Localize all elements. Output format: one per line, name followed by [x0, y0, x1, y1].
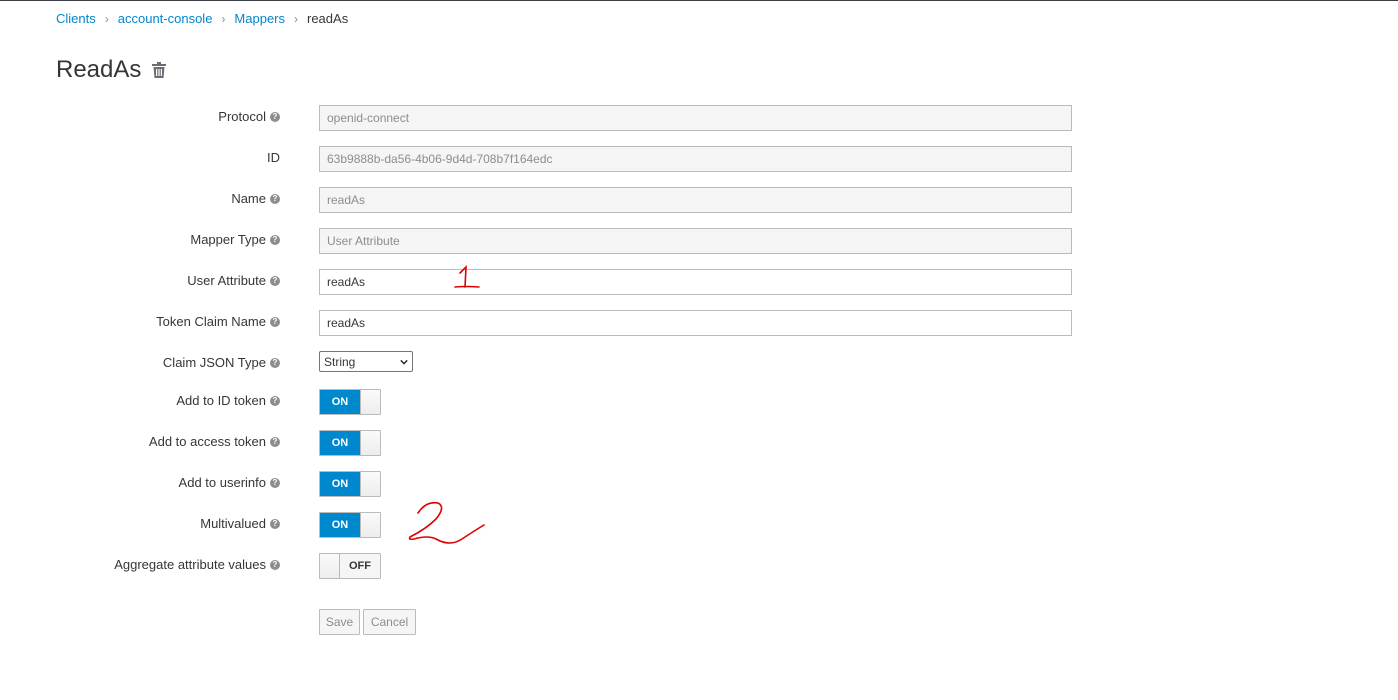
claim-json-type-value: String [324, 354, 356, 369]
trash-icon[interactable] [152, 62, 167, 78]
page-header: ReadAs [56, 56, 167, 84]
add-to-userinfo-toggle[interactable]: ON [319, 471, 381, 497]
name-label-group: Name ? [231, 191, 280, 206]
help-icon[interactable]: ? [270, 357, 280, 368]
aggregate-attribute-values-label-group: Aggregate attribute values ? [114, 557, 280, 572]
claim-json-type-select[interactable]: String [319, 351, 413, 372]
add-to-id-token-label: Add to ID token [176, 393, 266, 408]
form-row-aggregate-attribute-values: Aggregate attribute values ? OFF [0, 553, 1398, 579]
add-to-access-token-label: Add to access token [148, 434, 266, 449]
breadcrumb-separator: › [104, 11, 109, 26]
id-field[interactable] [319, 146, 1072, 172]
toggle-knob [360, 472, 380, 496]
add-to-userinfo-label: Add to userinfo [178, 475, 266, 490]
breadcrumb-mappers[interactable]: Mappers [234, 11, 285, 26]
page-title: ReadAs [56, 56, 142, 83]
protocol-field[interactable] [319, 105, 1072, 131]
id-label: ID [267, 150, 280, 165]
token-claim-name-label: Token Claim Name [156, 314, 266, 329]
help-icon[interactable]: ? [270, 316, 280, 327]
form-row-claim-json-type: Claim JSON Type ? String [0, 349, 1398, 375]
user-attribute-input[interactable] [319, 269, 1072, 295]
claim-json-type-label-group: Claim JSON Type ? [163, 355, 280, 370]
add-to-access-token-toggle[interactable]: ON [319, 430, 381, 456]
toggle-knob [360, 431, 380, 455]
claim-json-type-label: Claim JSON Type [162, 355, 266, 370]
help-icon[interactable]: ? [270, 477, 280, 488]
form-row-user-attribute: User Attribute ? [0, 269, 1398, 295]
help-icon[interactable]: ? [270, 111, 280, 122]
help-icon[interactable]: ? [270, 518, 280, 529]
token-claim-name-label-group: Token Claim Name ? [156, 314, 280, 329]
form-row-add-to-access-token: Add to access token ? ON [0, 430, 1398, 456]
mapper-type-label-group: Mapper Type ? [190, 232, 280, 247]
name-field[interactable] [319, 187, 1072, 213]
breadcrumb-account-console[interactable]: account-console [118, 11, 213, 26]
form-row-add-to-userinfo: Add to userinfo ? ON [0, 471, 1398, 497]
help-icon[interactable]: ? [270, 234, 280, 245]
breadcrumb-current: readAs [307, 11, 349, 26]
help-icon[interactable]: ? [270, 436, 280, 447]
toggle-on-state: ON [320, 431, 360, 455]
form-row-mapper-type: Mapper Type ? [0, 228, 1398, 254]
toggle-off-state: OFF [340, 554, 380, 578]
toggle-knob [360, 390, 380, 414]
multivalued-label: Multivalued [200, 516, 266, 531]
form-row-multivalued: Multivalued ? ON [0, 512, 1398, 538]
add-to-userinfo-label-group: Add to userinfo ? [179, 475, 280, 490]
multivalued-label-group: Multivalued ? [200, 516, 280, 531]
mapper-type-label: Mapper Type [190, 232, 266, 247]
help-icon[interactable]: ? [270, 559, 280, 570]
help-icon[interactable]: ? [270, 275, 280, 286]
id-label-group: ID [267, 150, 280, 165]
breadcrumb-separator: › [294, 11, 298, 26]
token-claim-name-input[interactable] [319, 310, 1072, 336]
save-button[interactable]: Save [319, 609, 360, 635]
add-to-id-token-label-group: Add to ID token ? [176, 393, 280, 408]
protocol-label: Protocol [218, 109, 266, 124]
help-icon[interactable]: ? [270, 395, 280, 406]
mapper-type-field[interactable] [319, 228, 1072, 254]
add-to-id-token-toggle[interactable]: ON [319, 389, 381, 415]
add-to-access-token-label-group: Add to access token ? [149, 434, 280, 449]
toggle-on-state: ON [320, 390, 360, 414]
form-row-name: Name ? [0, 187, 1398, 213]
toggle-knob [320, 554, 340, 578]
breadcrumb-separator: › [221, 11, 226, 26]
help-icon[interactable]: ? [270, 193, 280, 204]
toggle-on-state: ON [320, 513, 360, 537]
user-attribute-label-group: User Attribute ? [187, 273, 280, 288]
form-row-add-to-id-token: Add to ID token ? ON [0, 389, 1398, 415]
toggle-knob [360, 513, 380, 537]
protocol-label-group: Protocol ? [218, 109, 280, 124]
form-row-protocol: Protocol ? [0, 105, 1398, 131]
aggregate-attribute-values-toggle[interactable]: OFF [319, 553, 381, 579]
aggregate-attribute-values-label: Aggregate attribute values [114, 557, 266, 572]
user-attribute-label: User Attribute [187, 273, 266, 288]
form-row-token-claim-name: Token Claim Name ? [0, 310, 1398, 336]
toggle-on-state: ON [320, 472, 360, 496]
breadcrumb: Clients › account-console › Mappers › re… [56, 11, 348, 26]
name-label: Name [231, 191, 266, 206]
chevron-down-icon [400, 359, 408, 365]
multivalued-toggle[interactable]: ON [319, 512, 381, 538]
breadcrumb-clients[interactable]: Clients [56, 11, 96, 26]
form-row-id: ID [0, 146, 1398, 172]
cancel-button[interactable]: Cancel [363, 609, 416, 635]
